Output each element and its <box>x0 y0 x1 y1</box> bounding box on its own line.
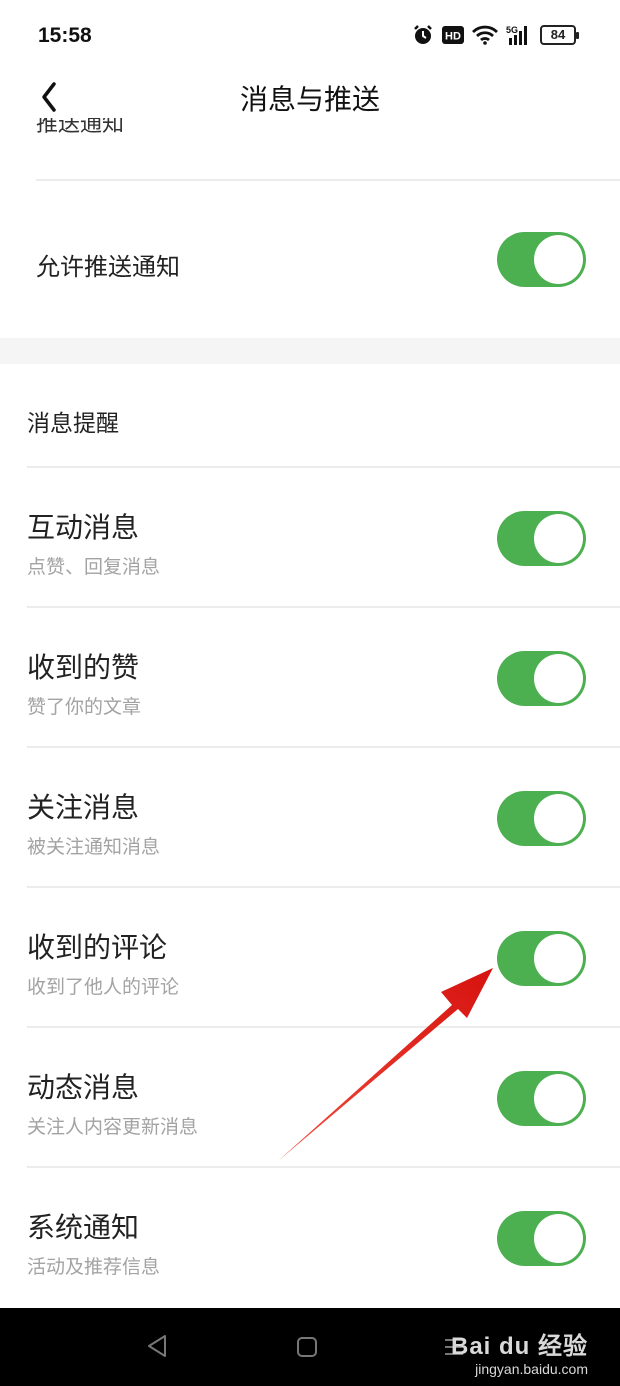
item-title: 系统通知 <box>27 1211 140 1244</box>
item-subtitle: 点赞、回复消息 <box>27 556 161 578</box>
divider <box>27 1166 620 1168</box>
divider <box>36 179 620 181</box>
watermark-main: Bai du 经验 <box>450 1333 588 1360</box>
divider <box>27 886 620 888</box>
nav-bar: 消息与推送 <box>0 72 620 120</box>
toggle-knob <box>534 235 583 284</box>
interaction-toggle[interactable] <box>497 511 586 566</box>
allow-push-toggle[interactable] <box>497 232 586 287</box>
comments-toggle[interactable] <box>497 931 586 986</box>
page-title: 消息与推送 <box>239 83 380 116</box>
toggle-knob <box>534 934 583 983</box>
battery-indicator: 84 <box>540 25 579 45</box>
hd-icon: HD <box>442 26 464 44</box>
watermark-url: jingyan.baidu.com <box>475 1361 588 1377</box>
system-toggle[interactable] <box>497 1211 586 1266</box>
svg-text:5G: 5G <box>506 25 518 35</box>
item-subtitle: 收到了他人的评论 <box>27 976 180 998</box>
follow-toggle[interactable] <box>497 791 586 846</box>
section-separator <box>0 338 620 364</box>
system-nav-bar: Bai du 经验 jingyan.baidu.com <box>0 1308 620 1386</box>
5g-signal-icon: 5G <box>506 24 532 46</box>
status-icons: HD 5G 84 <box>412 24 579 46</box>
allow-push-label: 允许推送通知 <box>36 253 180 281</box>
item-title: 关注消息 <box>27 791 140 824</box>
toggle-knob <box>534 794 583 843</box>
status-time: 15:58 <box>38 24 92 47</box>
push-section-header: 推送通知 <box>36 118 620 180</box>
toggle-knob <box>534 1074 583 1123</box>
reminder-section-title: 消息提醒 <box>27 411 119 437</box>
divider <box>27 746 620 748</box>
item-title: 收到的评论 <box>27 931 168 964</box>
toggle-knob <box>534 514 583 563</box>
likes-toggle[interactable] <box>497 651 586 706</box>
baidu-jingyan-watermark: Bai du 经验 jingyan.baidu.com <box>451 1326 588 1377</box>
item-title: 收到的赞 <box>27 651 140 684</box>
item-subtitle: 活动及推荐信息 <box>27 1256 161 1278</box>
divider <box>27 1026 620 1028</box>
item-subtitle: 赞了你的文章 <box>27 696 142 718</box>
wifi-icon <box>472 25 498 45</box>
item-title: 动态消息 <box>27 1071 140 1104</box>
item-subtitle: 被关注通知消息 <box>27 836 161 858</box>
nav-back-icon <box>148 1335 166 1357</box>
svg-text:HD: HD <box>445 31 461 43</box>
nav-back-button[interactable] <box>146 1334 168 1362</box>
divider <box>27 466 620 468</box>
toggle-knob <box>534 654 583 703</box>
item-title: 互动消息 <box>27 511 140 544</box>
push-section-label: 推送通知 <box>36 118 125 137</box>
activity-toggle[interactable] <box>497 1071 586 1126</box>
nav-home-icon <box>297 1337 317 1357</box>
status-bar: 15:58 HD 5G 84 <box>0 0 620 72</box>
alarm-icon <box>412 24 434 46</box>
nav-home-button[interactable] <box>296 1336 318 1362</box>
toggle-knob <box>534 1214 583 1263</box>
divider <box>27 606 620 608</box>
item-subtitle: 关注人内容更新消息 <box>27 1116 199 1138</box>
